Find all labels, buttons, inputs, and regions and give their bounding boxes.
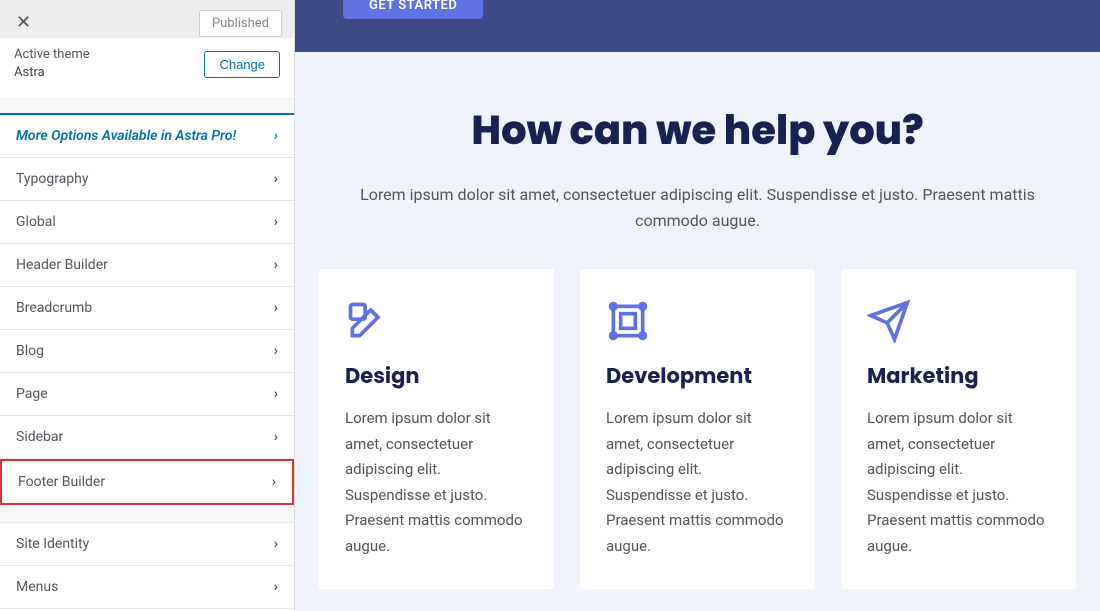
chevron-right-icon: › <box>274 128 278 144</box>
crop-icon <box>606 299 789 347</box>
menu-label: Breadcrumb <box>16 300 92 316</box>
card-title: Marketing <box>867 361 1050 392</box>
card-title: Design <box>345 361 528 392</box>
chevron-right-icon: › <box>274 386 278 402</box>
menu-label: Typography <box>16 171 88 187</box>
card-desc: Lorem ipsum dolor sit amet, consectetuer… <box>606 406 789 559</box>
site-preview: GET STARTED How can we help you? Lorem i… <box>295 0 1100 611</box>
chevron-right-icon: › <box>272 474 276 490</box>
menu-label: Sidebar <box>16 429 63 445</box>
hero-section: GET STARTED <box>295 0 1100 52</box>
menu-site-identity[interactable]: Site Identity › <box>0 523 294 566</box>
chevron-right-icon: › <box>274 214 278 230</box>
chevron-right-icon: › <box>274 579 278 595</box>
menu-menus[interactable]: Menus › <box>0 566 294 609</box>
menu-label: Header Builder <box>16 257 108 273</box>
card-title: Development <box>606 361 789 392</box>
astra-pro-promo[interactable]: More Options Available in Astra Pro! › <box>0 113 294 158</box>
get-started-button[interactable]: GET STARTED <box>343 0 483 19</box>
chevron-right-icon: › <box>274 343 278 359</box>
menu-label: Site Identity <box>16 536 89 552</box>
spacer <box>0 505 294 523</box>
change-theme-button[interactable]: Change <box>204 51 280 78</box>
menu-global[interactable]: Global › <box>0 201 294 244</box>
pencil-icon <box>345 299 528 347</box>
cards-row: Design Lorem ipsum dolor sit amet, conse… <box>295 269 1100 589</box>
active-theme-label: Active theme <box>14 46 90 64</box>
help-heading: How can we help you? <box>355 100 1040 160</box>
menu-label: Global <box>16 214 56 230</box>
publish-button[interactable]: Published <box>199 10 282 37</box>
chevron-right-icon: › <box>274 536 278 552</box>
card-marketing: Marketing Lorem ipsum dolor sit amet, co… <box>841 269 1076 589</box>
chevron-right-icon: › <box>274 171 278 187</box>
active-theme-name: Astra <box>14 64 90 82</box>
menu-breadcrumb[interactable]: Breadcrumb › <box>0 287 294 330</box>
active-theme-row: Active theme Astra Change <box>0 38 294 99</box>
menu-label: Footer Builder <box>18 474 105 490</box>
chevron-right-icon: › <box>274 300 278 316</box>
top-bar: ✕ Published <box>0 0 294 38</box>
menu-blog[interactable]: Blog › <box>0 330 294 373</box>
spacer <box>0 99 294 113</box>
help-section: How can we help you? Lorem ipsum dolor s… <box>295 52 1100 269</box>
close-icon[interactable]: ✕ <box>10 10 37 35</box>
menu-footer-builder[interactable]: Footer Builder › <box>0 459 294 505</box>
paper-plane-icon <box>867 299 1050 347</box>
menu-label: Blog <box>16 343 44 359</box>
menu-sidebar[interactable]: Sidebar › <box>0 416 294 459</box>
menu-header-builder[interactable]: Header Builder › <box>0 244 294 287</box>
card-desc: Lorem ipsum dolor sit amet, consectetuer… <box>345 406 528 559</box>
help-description: Lorem ipsum dolor sit amet, consectetuer… <box>355 182 1040 233</box>
menu-label: Menus <box>16 579 58 595</box>
theme-info: Active theme Astra <box>14 46 90 82</box>
promo-text: More Options Available in Astra Pro! <box>16 128 236 144</box>
chevron-right-icon: › <box>274 257 278 273</box>
card-design: Design Lorem ipsum dolor sit amet, conse… <box>319 269 554 589</box>
card-desc: Lorem ipsum dolor sit amet, consectetuer… <box>867 406 1050 559</box>
customizer-sidebar: ✕ Published Active theme Astra Change Mo… <box>0 0 295 611</box>
menu-label: Page <box>16 386 48 402</box>
menu-typography[interactable]: Typography › <box>0 158 294 201</box>
menu-page[interactable]: Page › <box>0 373 294 416</box>
chevron-right-icon: › <box>274 429 278 445</box>
card-development: Development Lorem ipsum dolor sit amet, … <box>580 269 815 589</box>
